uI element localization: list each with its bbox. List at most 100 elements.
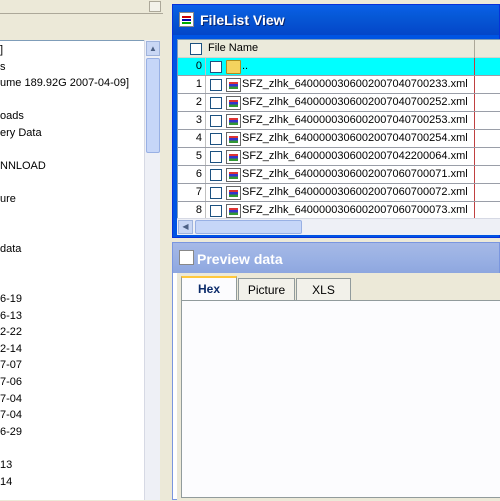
- tree-item[interactable]: 6-19: [0, 291, 22, 307]
- row-checkbox[interactable]: [210, 115, 222, 127]
- tree-panel-header: [0, 0, 163, 14]
- file-row[interactable]: 6 SFZ_zlhk_6400000306002007060700071.xml: [178, 166, 500, 184]
- folder-icon: [226, 60, 241, 74]
- filelist-title: FileList View: [200, 12, 285, 28]
- tree-item[interactable]: oads: [0, 108, 24, 124]
- xml-file-icon: [226, 168, 241, 182]
- file-row[interactable]: 3 SFZ_zlhk_6400000306002007040700253.xml: [178, 112, 500, 130]
- scroll-thumb[interactable]: [146, 58, 160, 153]
- column-divider: [474, 166, 475, 183]
- tree-item[interactable]: s: [0, 59, 6, 75]
- row-divider: [205, 184, 206, 201]
- row-number: 0: [178, 58, 204, 75]
- column-divider: [474, 112, 475, 129]
- filelist-window: FileList View File Name 0.. 1 SFZ_zlhk_640…: [172, 4, 500, 238]
- file-row[interactable]: 0..: [178, 58, 500, 76]
- column-divider: [474, 202, 475, 219]
- row-divider: [205, 58, 206, 75]
- file-name: SFZ_zlhk_6400000306002007060700071.xml: [242, 168, 468, 180]
- xml-file-icon: [226, 204, 241, 218]
- tree-vertical-scrollbar[interactable]: ▲: [144, 40, 160, 500]
- preview-titlebar[interactable]: Preview data: [173, 243, 499, 273]
- tab-hex[interactable]: Hex: [181, 276, 237, 300]
- file-name: SFZ_zlhk_6400000306002007042200064.xml: [242, 150, 468, 162]
- tree-item[interactable]: 7-06: [0, 374, 22, 390]
- row-checkbox[interactable]: [210, 151, 222, 163]
- column-divider: [474, 148, 475, 165]
- tab-xls[interactable]: XLS: [296, 278, 351, 300]
- hex-view[interactable]: [181, 300, 500, 498]
- panel-button[interactable]: [149, 1, 161, 12]
- filelist-titlebar[interactable]: FileList View: [173, 5, 499, 35]
- folder-tree-panel: ] s ume 189.92G 2007-04-09] oads ery Data NNL…: [0, 0, 163, 500]
- file-list-header: File Name: [178, 40, 500, 58]
- tree-item[interactable]: 13: [0, 457, 12, 473]
- file-row[interactable]: 5 SFZ_zlhk_6400000306002007042200064.xml: [178, 148, 500, 166]
- select-all-checkbox[interactable]: [190, 43, 202, 55]
- row-checkbox[interactable]: [210, 169, 222, 181]
- row-divider: [205, 112, 206, 129]
- row-checkbox[interactable]: [210, 205, 222, 217]
- tree-item[interactable]: ume 189.92G 2007-04-09]: [0, 75, 129, 91]
- tree-item[interactable]: ure: [0, 191, 16, 207]
- file-list: File Name 0.. 1 SFZ_zlhk_64000003060020070…: [177, 39, 500, 235]
- column-divider[interactable]: [474, 40, 475, 58]
- tree-item[interactable]: NNLOAD: [0, 158, 46, 174]
- tree-item[interactable]: 6-29: [0, 424, 22, 440]
- xml-file-icon: [226, 132, 241, 146]
- tree-item[interactable]: 6-13: [0, 308, 22, 324]
- row-divider: [205, 148, 206, 165]
- column-divider: [474, 184, 475, 201]
- column-divider: [474, 94, 475, 111]
- row-number: 3: [178, 112, 204, 129]
- row-number: 4: [178, 130, 204, 147]
- row-checkbox[interactable]: [210, 97, 222, 109]
- filelist-horizontal-scrollbar[interactable]: ◀: [177, 218, 500, 235]
- folder-tree[interactable]: ] s ume 189.92G 2007-04-09] oads ery Data NNL…: [0, 40, 144, 500]
- row-checkbox[interactable]: [210, 187, 222, 199]
- xml-file-icon: [226, 78, 241, 92]
- scroll-up-arrow-icon[interactable]: ▲: [146, 41, 160, 56]
- tree-item[interactable]: ]: [0, 42, 3, 58]
- file-row[interactable]: 4 SFZ_zlhk_6400000306002007040700254.xml: [178, 130, 500, 148]
- file-name: SFZ_zlhk_6400000306002007060700073.xml: [242, 204, 468, 216]
- row-checkbox[interactable]: [210, 79, 222, 91]
- column-header-file-name[interactable]: File Name: [208, 42, 258, 54]
- file-name: SFZ_zlhk_6400000306002007040700253.xml: [242, 114, 468, 126]
- row-number: 1: [178, 76, 204, 93]
- tree-item[interactable]: 7-04: [0, 391, 22, 407]
- row-number: 7: [178, 184, 204, 201]
- preview-body: Hex Picture XLS: [177, 273, 500, 501]
- row-number: 2: [178, 94, 204, 111]
- file-name: SFZ_zlhk_6400000306002007040700254.xml: [242, 132, 468, 144]
- file-name: SFZ_zlhk_6400000306002007040700252.xml: [242, 96, 468, 108]
- tree-item[interactable]: ery Data: [0, 125, 42, 141]
- row-divider: [205, 130, 206, 147]
- preview-window: Preview data Hex Picture XLS: [172, 242, 500, 501]
- file-row[interactable]: 2 SFZ_zlhk_6400000306002007040700252.xml: [178, 94, 500, 112]
- preview-window-icon: [179, 250, 194, 265]
- preview-title: Preview data: [197, 251, 283, 267]
- tab-picture[interactable]: Picture: [238, 278, 295, 300]
- tree-item[interactable]: 2-14: [0, 341, 22, 357]
- tree-item[interactable]: 2-22: [0, 324, 22, 340]
- tree-item[interactable]: 14: [0, 474, 12, 490]
- file-row[interactable]: 7 SFZ_zlhk_6400000306002007060700072.xml: [178, 184, 500, 202]
- scroll-left-arrow-icon[interactable]: ◀: [178, 220, 193, 234]
- file-row[interactable]: 1 SFZ_zlhk_640000030600200704070023​3.xml: [178, 76, 500, 94]
- scroll-thumb[interactable]: [195, 220, 302, 234]
- row-divider: [205, 94, 206, 111]
- tree-item[interactable]: 7-07: [0, 357, 22, 373]
- tree-item[interactable]: 7-04: [0, 407, 22, 423]
- file-name: SFZ_zlhk_6400000306002007060700072.xml: [242, 186, 468, 198]
- row-divider: [205, 166, 206, 183]
- filelist-window-icon: [179, 12, 194, 27]
- row-number: 8: [178, 202, 204, 219]
- row-divider: [205, 202, 206, 219]
- row-checkbox[interactable]: [210, 133, 222, 145]
- xml-file-icon: [226, 96, 241, 110]
- row-checkbox[interactable]: [210, 61, 222, 73]
- tree-item[interactable]: data: [0, 241, 21, 257]
- row-number: 5: [178, 148, 204, 165]
- xml-file-icon: [226, 150, 241, 164]
